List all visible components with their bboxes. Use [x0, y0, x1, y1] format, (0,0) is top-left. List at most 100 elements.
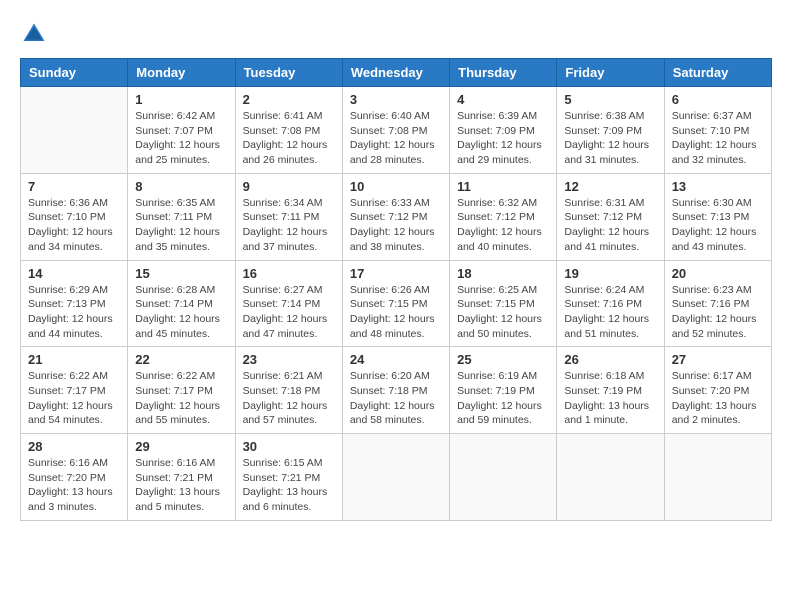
day-info: Sunrise: 6:19 AM Sunset: 7:19 PM Dayligh… [457, 369, 549, 428]
logo-icon [20, 20, 48, 48]
day-number: 1 [135, 92, 227, 107]
day-number: 13 [672, 179, 764, 194]
day-number: 26 [564, 352, 656, 367]
day-info: Sunrise: 6:22 AM Sunset: 7:17 PM Dayligh… [135, 369, 227, 428]
calendar-day: 16 Sunrise: 6:27 AM Sunset: 7:14 PM Dayl… [235, 260, 342, 347]
calendar-day: 24 Sunrise: 6:20 AM Sunset: 7:18 PM Dayl… [342, 347, 449, 434]
calendar-day: 3 Sunrise: 6:40 AM Sunset: 7:08 PM Dayli… [342, 87, 449, 174]
day-number: 25 [457, 352, 549, 367]
day-number: 19 [564, 266, 656, 281]
calendar-week-3: 14 Sunrise: 6:29 AM Sunset: 7:13 PM Dayl… [21, 260, 772, 347]
day-number: 20 [672, 266, 764, 281]
calendar-day: 12 Sunrise: 6:31 AM Sunset: 7:12 PM Dayl… [557, 173, 664, 260]
day-number: 22 [135, 352, 227, 367]
calendar-day: 19 Sunrise: 6:24 AM Sunset: 7:16 PM Dayl… [557, 260, 664, 347]
day-info: Sunrise: 6:33 AM Sunset: 7:12 PM Dayligh… [350, 196, 442, 255]
day-header-sunday: Sunday [21, 59, 128, 87]
day-info: Sunrise: 6:28 AM Sunset: 7:14 PM Dayligh… [135, 283, 227, 342]
calendar-day: 20 Sunrise: 6:23 AM Sunset: 7:16 PM Dayl… [664, 260, 771, 347]
calendar-day: 8 Sunrise: 6:35 AM Sunset: 7:11 PM Dayli… [128, 173, 235, 260]
day-info: Sunrise: 6:30 AM Sunset: 7:13 PM Dayligh… [672, 196, 764, 255]
day-header-monday: Monday [128, 59, 235, 87]
calendar-day: 11 Sunrise: 6:32 AM Sunset: 7:12 PM Dayl… [450, 173, 557, 260]
day-header-saturday: Saturday [664, 59, 771, 87]
day-info: Sunrise: 6:15 AM Sunset: 7:21 PM Dayligh… [243, 456, 335, 515]
day-header-tuesday: Tuesday [235, 59, 342, 87]
calendar-day: 25 Sunrise: 6:19 AM Sunset: 7:19 PM Dayl… [450, 347, 557, 434]
calendar-week-5: 28 Sunrise: 6:16 AM Sunset: 7:20 PM Dayl… [21, 434, 772, 521]
day-info: Sunrise: 6:20 AM Sunset: 7:18 PM Dayligh… [350, 369, 442, 428]
calendar-day: 14 Sunrise: 6:29 AM Sunset: 7:13 PM Dayl… [21, 260, 128, 347]
day-number: 14 [28, 266, 120, 281]
day-info: Sunrise: 6:21 AM Sunset: 7:18 PM Dayligh… [243, 369, 335, 428]
calendar-day: 10 Sunrise: 6:33 AM Sunset: 7:12 PM Dayl… [342, 173, 449, 260]
calendar-day: 15 Sunrise: 6:28 AM Sunset: 7:14 PM Dayl… [128, 260, 235, 347]
day-info: Sunrise: 6:36 AM Sunset: 7:10 PM Dayligh… [28, 196, 120, 255]
day-info: Sunrise: 6:26 AM Sunset: 7:15 PM Dayligh… [350, 283, 442, 342]
day-number: 4 [457, 92, 549, 107]
calendar-day: 26 Sunrise: 6:18 AM Sunset: 7:19 PM Dayl… [557, 347, 664, 434]
day-number: 9 [243, 179, 335, 194]
calendar-day: 29 Sunrise: 6:16 AM Sunset: 7:21 PM Dayl… [128, 434, 235, 521]
day-number: 16 [243, 266, 335, 281]
day-info: Sunrise: 6:39 AM Sunset: 7:09 PM Dayligh… [457, 109, 549, 168]
day-number: 12 [564, 179, 656, 194]
calendar-week-2: 7 Sunrise: 6:36 AM Sunset: 7:10 PM Dayli… [21, 173, 772, 260]
calendar-day: 5 Sunrise: 6:38 AM Sunset: 7:09 PM Dayli… [557, 87, 664, 174]
day-info: Sunrise: 6:23 AM Sunset: 7:16 PM Dayligh… [672, 283, 764, 342]
calendar-table: SundayMondayTuesdayWednesdayThursdayFrid… [20, 58, 772, 521]
day-info: Sunrise: 6:37 AM Sunset: 7:10 PM Dayligh… [672, 109, 764, 168]
day-info: Sunrise: 6:17 AM Sunset: 7:20 PM Dayligh… [672, 369, 764, 428]
day-header-thursday: Thursday [450, 59, 557, 87]
calendar-day: 1 Sunrise: 6:42 AM Sunset: 7:07 PM Dayli… [128, 87, 235, 174]
day-info: Sunrise: 6:18 AM Sunset: 7:19 PM Dayligh… [564, 369, 656, 428]
calendar-week-1: 1 Sunrise: 6:42 AM Sunset: 7:07 PM Dayli… [21, 87, 772, 174]
day-number: 6 [672, 92, 764, 107]
calendar-day: 13 Sunrise: 6:30 AM Sunset: 7:13 PM Dayl… [664, 173, 771, 260]
calendar-day [557, 434, 664, 521]
day-number: 7 [28, 179, 120, 194]
day-number: 27 [672, 352, 764, 367]
calendar-day [342, 434, 449, 521]
day-number: 24 [350, 352, 442, 367]
day-number: 8 [135, 179, 227, 194]
calendar-day: 30 Sunrise: 6:15 AM Sunset: 7:21 PM Dayl… [235, 434, 342, 521]
day-info: Sunrise: 6:40 AM Sunset: 7:08 PM Dayligh… [350, 109, 442, 168]
day-number: 10 [350, 179, 442, 194]
calendar-header-row: SundayMondayTuesdayWednesdayThursdayFrid… [21, 59, 772, 87]
page-header [20, 20, 772, 48]
day-info: Sunrise: 6:38 AM Sunset: 7:09 PM Dayligh… [564, 109, 656, 168]
day-number: 5 [564, 92, 656, 107]
calendar-week-4: 21 Sunrise: 6:22 AM Sunset: 7:17 PM Dayl… [21, 347, 772, 434]
day-info: Sunrise: 6:24 AM Sunset: 7:16 PM Dayligh… [564, 283, 656, 342]
day-info: Sunrise: 6:16 AM Sunset: 7:20 PM Dayligh… [28, 456, 120, 515]
day-number: 23 [243, 352, 335, 367]
day-info: Sunrise: 6:34 AM Sunset: 7:11 PM Dayligh… [243, 196, 335, 255]
day-info: Sunrise: 6:42 AM Sunset: 7:07 PM Dayligh… [135, 109, 227, 168]
day-number: 17 [350, 266, 442, 281]
day-info: Sunrise: 6:31 AM Sunset: 7:12 PM Dayligh… [564, 196, 656, 255]
calendar-day: 18 Sunrise: 6:25 AM Sunset: 7:15 PM Dayl… [450, 260, 557, 347]
day-info: Sunrise: 6:16 AM Sunset: 7:21 PM Dayligh… [135, 456, 227, 515]
calendar-day [450, 434, 557, 521]
calendar-day: 7 Sunrise: 6:36 AM Sunset: 7:10 PM Dayli… [21, 173, 128, 260]
calendar-day: 27 Sunrise: 6:17 AM Sunset: 7:20 PM Dayl… [664, 347, 771, 434]
calendar-day [21, 87, 128, 174]
day-info: Sunrise: 6:32 AM Sunset: 7:12 PM Dayligh… [457, 196, 549, 255]
calendar-day: 22 Sunrise: 6:22 AM Sunset: 7:17 PM Dayl… [128, 347, 235, 434]
day-number: 21 [28, 352, 120, 367]
calendar-day: 23 Sunrise: 6:21 AM Sunset: 7:18 PM Dayl… [235, 347, 342, 434]
calendar-day: 28 Sunrise: 6:16 AM Sunset: 7:20 PM Dayl… [21, 434, 128, 521]
calendar-day: 4 Sunrise: 6:39 AM Sunset: 7:09 PM Dayli… [450, 87, 557, 174]
day-info: Sunrise: 6:35 AM Sunset: 7:11 PM Dayligh… [135, 196, 227, 255]
day-info: Sunrise: 6:29 AM Sunset: 7:13 PM Dayligh… [28, 283, 120, 342]
day-header-friday: Friday [557, 59, 664, 87]
calendar-day [664, 434, 771, 521]
day-info: Sunrise: 6:27 AM Sunset: 7:14 PM Dayligh… [243, 283, 335, 342]
day-number: 29 [135, 439, 227, 454]
calendar-day: 6 Sunrise: 6:37 AM Sunset: 7:10 PM Dayli… [664, 87, 771, 174]
calendar-day: 9 Sunrise: 6:34 AM Sunset: 7:11 PM Dayli… [235, 173, 342, 260]
day-number: 2 [243, 92, 335, 107]
calendar-day: 21 Sunrise: 6:22 AM Sunset: 7:17 PM Dayl… [21, 347, 128, 434]
day-info: Sunrise: 6:25 AM Sunset: 7:15 PM Dayligh… [457, 283, 549, 342]
